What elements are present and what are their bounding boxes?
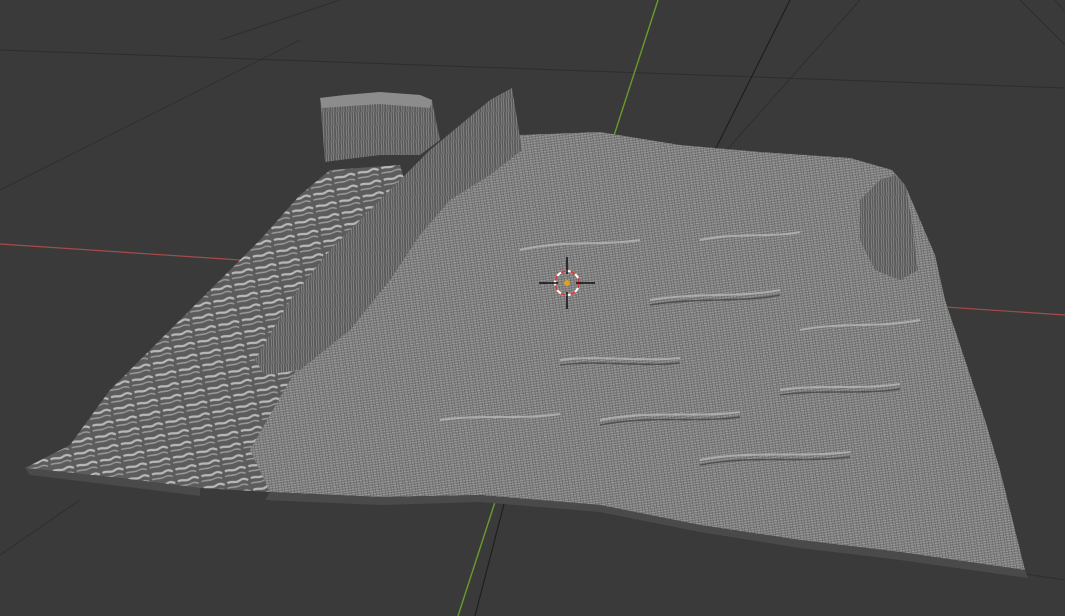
viewport-canvas[interactable]: [0, 0, 1065, 616]
3d-viewport[interactable]: [0, 0, 1065, 616]
terrain-mesh[interactable]: [25, 88, 1028, 578]
